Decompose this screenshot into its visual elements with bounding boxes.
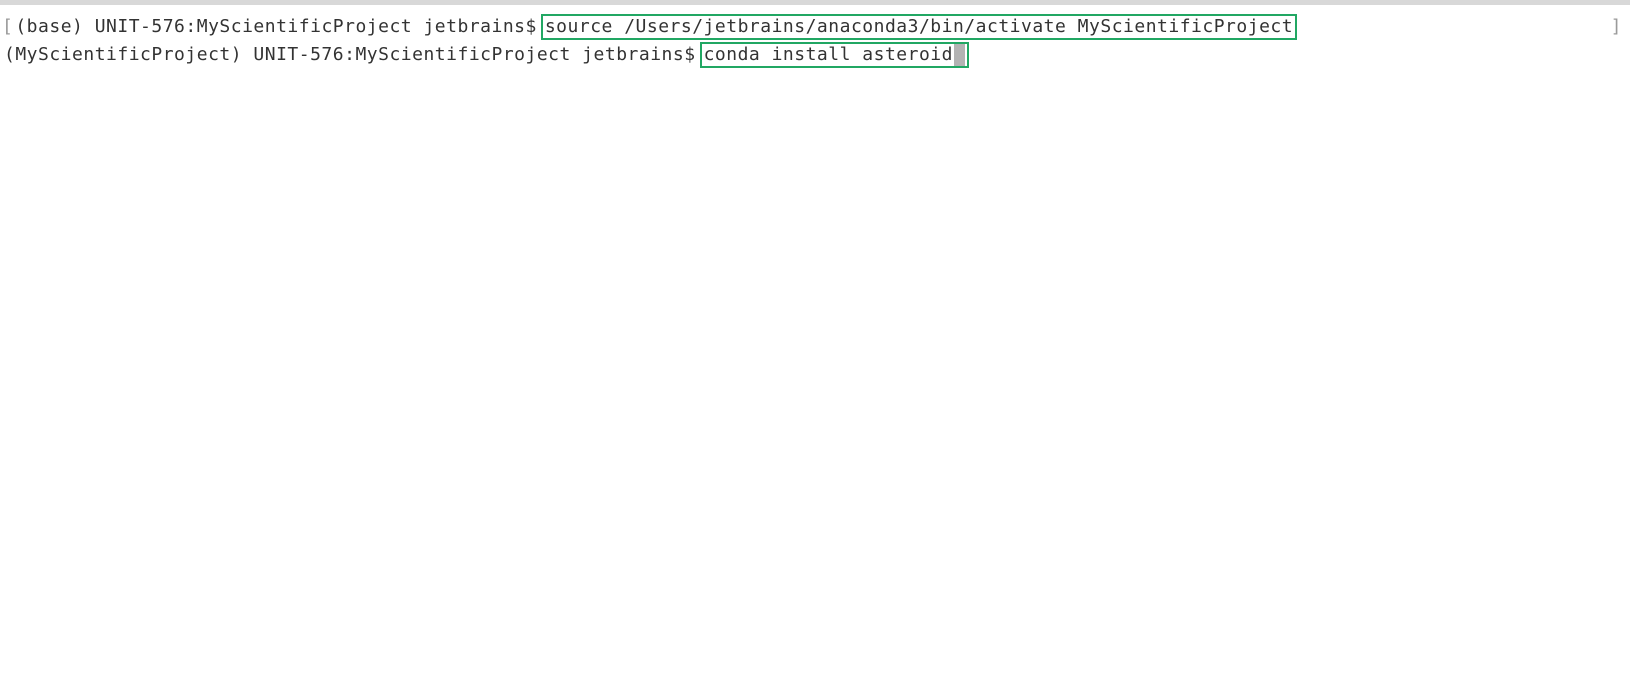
command-text: source /Users/jetbrains/anaconda3/bin/ac…: [545, 16, 1293, 37]
open-bracket: [: [0, 13, 15, 41]
terminal-line-2: (MyScientificProject) UNIT-576:MyScienti…: [0, 41, 1630, 69]
command-highlight-box: source /Users/jetbrains/anaconda3/bin/ac…: [541, 14, 1297, 40]
command-text: conda install asteroid: [704, 44, 953, 65]
cursor-icon: [954, 44, 965, 66]
terminal-line-1: [ (base) UNIT-576:MyScientificProject je…: [0, 13, 1630, 41]
command-highlight-box: conda install asteroid: [700, 42, 969, 68]
terminal-output[interactable]: [ (base) UNIT-576:MyScientificProject je…: [0, 5, 1630, 69]
shell-prompt: (MyScientificProject) UNIT-576:MyScienti…: [4, 41, 696, 69]
close-bracket: ]: [1609, 13, 1630, 41]
shell-prompt: (base) UNIT-576:MyScientificProject jetb…: [15, 13, 537, 41]
